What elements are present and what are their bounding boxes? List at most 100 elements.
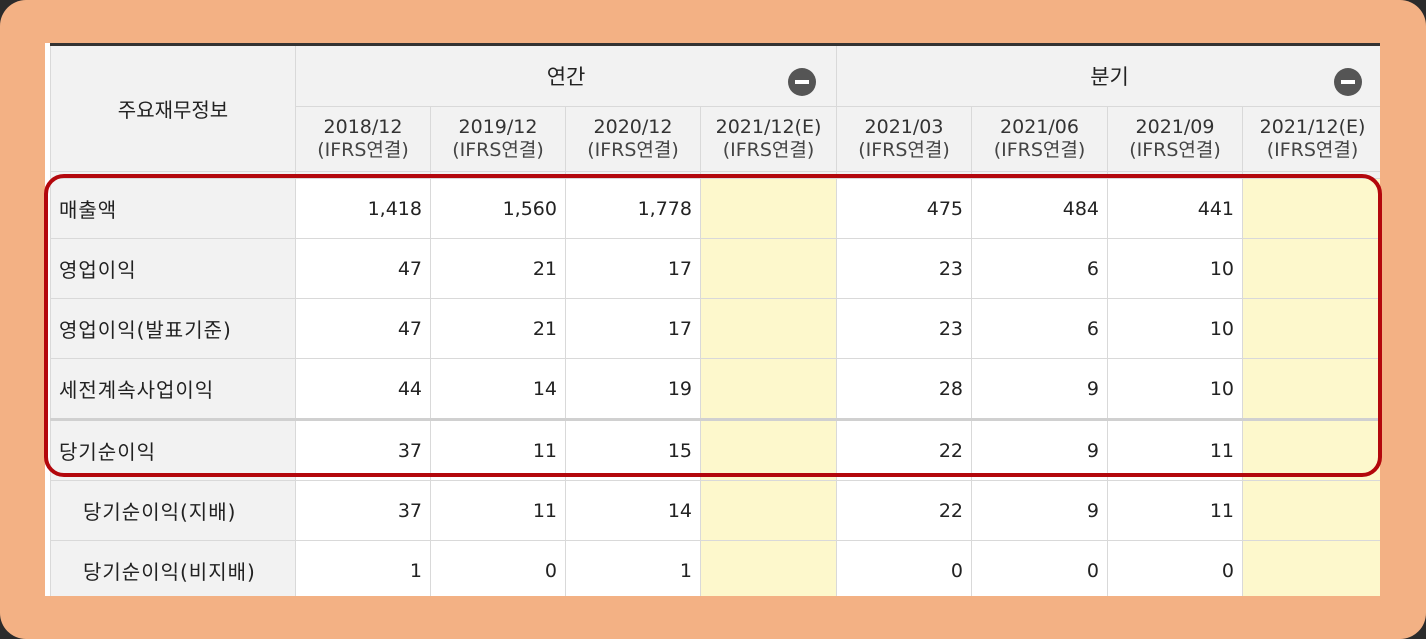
period-basis: (IFRS연결) <box>1266 139 1359 161</box>
value-cell: 1,560 <box>430 178 566 239</box>
value-cell: 10 <box>1107 238 1244 299</box>
value-cell: 9 <box>971 358 1109 420</box>
value-cell: 484 <box>971 178 1109 239</box>
table-row: 영업이익 47 21 17 23 6 10 <box>50 238 1380 299</box>
table-row: 당기순이익(비지배) 1 0 1 0 0 0 <box>50 540 1380 596</box>
period-header: 2021/12(E) (IFRS연결) <box>699 106 838 172</box>
group-label-annual: 연간 <box>546 65 586 89</box>
estimate-cell <box>1242 418 1380 481</box>
value-cell: 11 <box>430 418 566 481</box>
value-cell: 15 <box>565 418 701 481</box>
value-cell: 22 <box>836 480 973 541</box>
row-label: 당기순이익 <box>50 418 296 481</box>
value-cell: 37 <box>295 418 431 481</box>
value-cell: 1,778 <box>565 178 701 239</box>
table-row: 세전계속사업이익 44 14 19 28 9 10 <box>50 358 1380 420</box>
period-date: 2018/12 <box>323 116 403 138</box>
value-cell: 10 <box>1107 298 1244 359</box>
period-header: 2021/12(E) (IFRS연결) <box>1242 106 1380 172</box>
row-label: 매출액 <box>50 178 296 239</box>
value-cell: 37 <box>295 480 431 541</box>
estimate-cell <box>699 238 838 299</box>
financial-summary-table: 주요재무정보 연간 분기 2018/12 (IFRS연결) 2019/12 (IFR… <box>50 43 1380 596</box>
value-cell: 1,418 <box>295 178 431 239</box>
value-cell: 0 <box>430 540 566 596</box>
spacer-cell <box>565 171 701 179</box>
value-cell: 28 <box>836 358 973 420</box>
value-cell: 17 <box>565 298 701 359</box>
group-header-annual: 연간 <box>294 43 838 107</box>
period-date: 2020/12 <box>593 116 673 138</box>
period-header: 2019/12 (IFRS연결) <box>430 106 566 172</box>
value-cell: 14 <box>565 480 701 541</box>
period-basis: (IFRS연결) <box>993 139 1086 161</box>
value-cell: 9 <box>971 480 1109 541</box>
row-label: 영업이익(발표기준) <box>50 298 296 359</box>
spacer-cell <box>836 171 973 179</box>
spacer-cell <box>50 171 296 179</box>
spacer-cell <box>295 171 431 179</box>
value-cell: 11 <box>1107 418 1244 481</box>
header-spacer-row <box>50 171 1380 179</box>
period-date: 2021/06 <box>1000 116 1079 138</box>
value-cell: 6 <box>971 238 1109 299</box>
period-basis: (IFRS연결) <box>587 139 679 161</box>
estimate-cell <box>1242 178 1380 239</box>
period-date: 2021/03 <box>864 116 944 138</box>
value-cell: 1 <box>565 540 701 596</box>
value-cell: 6 <box>971 298 1109 359</box>
estimate-cell <box>1242 540 1380 596</box>
minus-circle-icon[interactable] <box>1334 68 1363 96</box>
period-date: 2021/12(E) <box>715 116 822 138</box>
period-header: 2021/06 (IFRS연결) <box>971 106 1109 172</box>
period-date: 2021/09 <box>1135 116 1215 138</box>
table-row: 영업이익(발표기준) 47 21 17 23 6 10 <box>50 298 1380 359</box>
period-basis: (IFRS연결) <box>1129 139 1221 161</box>
value-cell: 47 <box>295 298 431 359</box>
group-header-row: 주요재무정보 연간 분기 <box>50 43 1380 172</box>
estimate-cell <box>699 298 838 359</box>
group-header-quarterly: 분기 <box>836 43 1380 107</box>
value-cell: 0 <box>971 540 1109 596</box>
estimate-cell <box>699 178 838 239</box>
period-basis: (IFRS연결) <box>317 139 409 161</box>
spacer-cell <box>430 171 566 179</box>
value-cell: 11 <box>430 480 566 541</box>
value-cell: 17 <box>565 238 701 299</box>
estimate-cell <box>1242 238 1380 299</box>
period-header: 2018/12 (IFRS연결) <box>295 106 431 172</box>
row-label: 당기순이익(비지배) <box>50 540 296 596</box>
value-cell: 441 <box>1107 178 1244 239</box>
value-cell: 10 <box>1107 358 1244 420</box>
spacer-cell <box>1107 171 1244 179</box>
period-date: 2021/12(E) <box>1259 116 1366 138</box>
minus-circle-icon[interactable] <box>788 68 817 96</box>
estimate-cell <box>699 358 838 420</box>
table-row: 당기순이익 37 11 15 22 9 11 <box>50 418 1380 481</box>
period-basis: (IFRS연결) <box>722 139 815 161</box>
period-basis: (IFRS연결) <box>858 139 950 161</box>
row-label: 당기순이익(지배) <box>50 480 296 541</box>
table-row: 매출액 1,418 1,560 1,778 475 484 441 <box>50 178 1380 239</box>
value-cell: 19 <box>565 358 701 420</box>
value-cell: 9 <box>971 418 1109 481</box>
value-cell: 14 <box>430 358 566 420</box>
period-header: 2020/12 (IFRS연결) <box>565 106 701 172</box>
estimate-cell <box>699 480 838 541</box>
row-label: 세전계속사업이익 <box>50 358 296 420</box>
financial-summary-panel: 주요재무정보 연간 분기 2018/12 (IFRS연결) 2019/12 (IFR… <box>45 43 1380 596</box>
value-cell: 23 <box>836 238 973 299</box>
estimate-cell <box>1242 358 1380 420</box>
spacer-cell <box>1242 171 1380 179</box>
value-cell: 23 <box>836 298 973 359</box>
estimate-cell <box>1242 480 1380 541</box>
spacer-cell <box>971 171 1109 179</box>
value-cell: 21 <box>430 298 566 359</box>
value-cell: 21 <box>430 238 566 299</box>
value-cell: 0 <box>1107 540 1244 596</box>
estimate-cell <box>699 418 838 481</box>
period-header: 2021/09 (IFRS연결) <box>1107 106 1244 172</box>
value-cell: 0 <box>836 540 973 596</box>
estimate-cell <box>1242 298 1380 359</box>
row-label: 영업이익 <box>50 238 296 299</box>
